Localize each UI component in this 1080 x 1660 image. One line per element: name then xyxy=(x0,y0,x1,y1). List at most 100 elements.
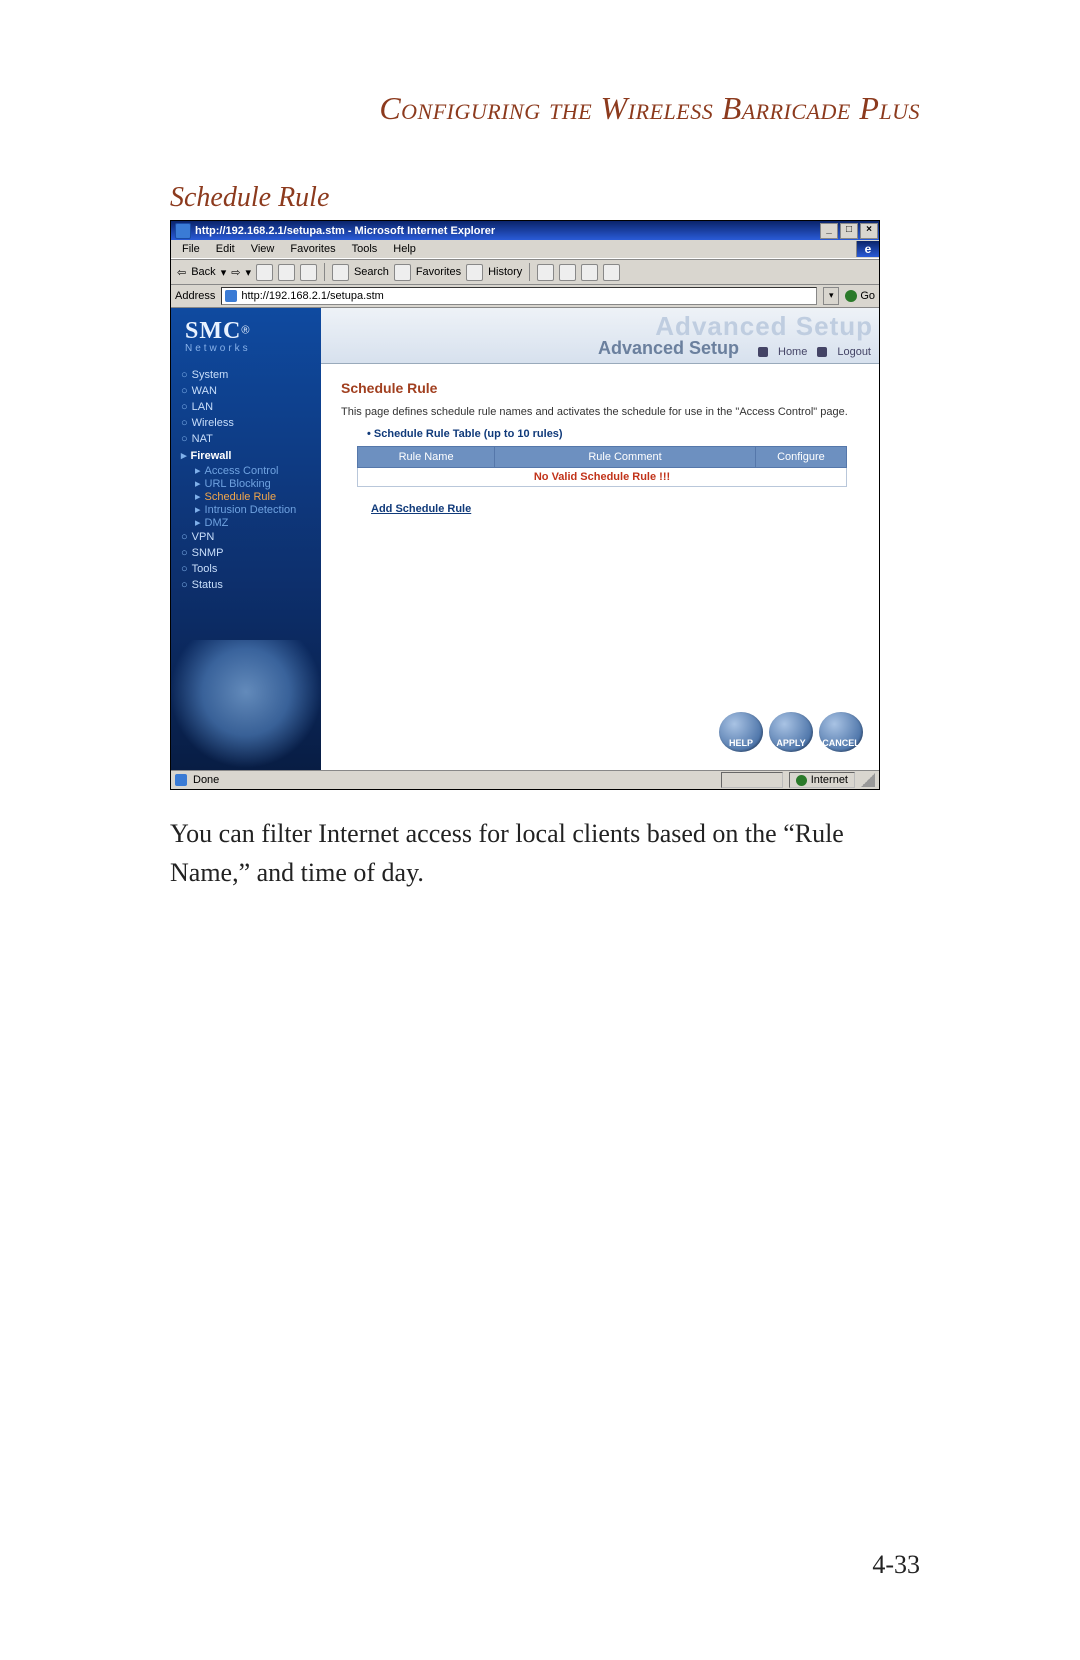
nav-bullet-icon: ○ xyxy=(181,579,188,591)
menu-view[interactable]: View xyxy=(244,242,282,256)
page-number: 4-33 xyxy=(872,1550,920,1580)
status-text: Done xyxy=(193,774,219,786)
table-header-row: Rule Name Rule Comment Configure xyxy=(358,447,847,468)
nav-intrusion[interactable]: ▸Intrusion Detection xyxy=(181,503,321,516)
nav-list: ○System ○WAN ○LAN ○Wireless ○NAT ▸Firewa… xyxy=(171,363,321,593)
doc-section-title: Schedule Rule xyxy=(170,182,1080,214)
nav-firewall[interactable]: ▸Firewall xyxy=(181,447,321,464)
favorites-icon[interactable] xyxy=(394,264,411,281)
go-label: Go xyxy=(860,290,875,302)
sidebar: SMC® Networks ○System ○WAN ○LAN ○Wireles… xyxy=(171,308,321,770)
nav-nat[interactable]: ○NAT xyxy=(181,431,321,447)
forward-button[interactable]: ⇨ xyxy=(231,266,240,279)
address-bar: Address http://192.168.2.1/setupa.stm ▾ … xyxy=(171,285,879,308)
window-minimize-button[interactable]: _ xyxy=(820,223,838,239)
address-input[interactable]: http://192.168.2.1/setupa.stm xyxy=(221,287,817,305)
logout-link[interactable]: Logout xyxy=(837,346,871,358)
mail-icon[interactable] xyxy=(537,264,554,281)
nav-bullet-icon: ○ xyxy=(181,531,188,543)
brand-name: SMC xyxy=(185,318,241,344)
doc-chapter-title: Configuring the Wireless Barricade Plus xyxy=(0,90,920,127)
home-icon xyxy=(758,347,768,357)
menu-edit[interactable]: Edit xyxy=(209,242,242,256)
favorites-button[interactable]: Favorites xyxy=(416,266,461,278)
hero-links: Home Logout xyxy=(758,346,871,358)
toolbar-separator xyxy=(324,263,325,281)
toolbar: ⇦ Back ▾ ⇨ ▾ Search Favorites History xyxy=(171,259,879,285)
refresh-icon[interactable] xyxy=(278,264,295,281)
nav-dmz[interactable]: ▸DMZ xyxy=(181,516,321,529)
go-button[interactable]: Go xyxy=(845,290,875,302)
nav-bullet-icon: ○ xyxy=(181,401,188,413)
forward-dropdown-icon[interactable]: ▾ xyxy=(245,266,251,279)
discuss-icon[interactable] xyxy=(603,264,620,281)
status-zone-label: Internet xyxy=(811,774,848,786)
add-schedule-rule-link[interactable]: Add Schedule Rule xyxy=(371,503,471,515)
toolbar-separator xyxy=(529,263,530,281)
brand-logo: SMC® Networks xyxy=(171,308,321,363)
history-button[interactable]: History xyxy=(488,266,522,278)
window-close-button[interactable]: × xyxy=(860,223,878,239)
nav-tools[interactable]: ○Tools xyxy=(181,561,321,577)
back-button[interactable]: Back xyxy=(191,266,215,278)
ie-logo-icon xyxy=(175,223,191,239)
schedule-rule-panel: Schedule Rule This page defines schedule… xyxy=(321,364,879,529)
hero-banner: Advanced Setup Advanced Setup Home Logou… xyxy=(321,308,879,364)
no-valid-rule-message: No Valid Schedule Rule !!! xyxy=(358,468,847,487)
address-dropdown-icon[interactable]: ▾ xyxy=(823,287,839,305)
nav-bullet-icon: ○ xyxy=(181,563,188,575)
nav-bullet-icon: ▸ xyxy=(195,465,201,477)
nav-lan[interactable]: ○LAN xyxy=(181,399,321,415)
nav-status[interactable]: ○Status xyxy=(181,577,321,593)
history-icon[interactable] xyxy=(466,264,483,281)
schedule-rule-table: Rule Name Rule Comment Configure No Vali… xyxy=(357,446,847,487)
menu-bar: File Edit View Favorites Tools Help xyxy=(171,240,879,259)
resize-grip-icon[interactable] xyxy=(861,773,875,787)
menu-help[interactable]: Help xyxy=(386,242,423,256)
search-button[interactable]: Search xyxy=(354,266,389,278)
window-maximize-button[interactable]: □ xyxy=(840,223,858,239)
status-page-icon xyxy=(175,774,187,786)
nav-access-control[interactable]: ▸Access Control xyxy=(181,464,321,477)
stop-icon[interactable] xyxy=(256,264,273,281)
panel-description: This page defines schedule rule names an… xyxy=(341,406,859,418)
brand-registered-icon: ® xyxy=(241,324,249,336)
table-row: No Valid Schedule Rule !!! xyxy=(358,468,847,487)
cancel-button[interactable]: CANCEL xyxy=(819,712,863,752)
status-zone: Internet xyxy=(789,772,855,788)
toolbar-back-label: ⇦ xyxy=(177,266,186,279)
hero-title: Advanced Setup xyxy=(598,338,739,359)
nav-wan[interactable]: ○WAN xyxy=(181,383,321,399)
nav-snmp[interactable]: ○SNMP xyxy=(181,545,321,561)
search-icon[interactable] xyxy=(332,264,349,281)
nav-bullet-icon: ▸ xyxy=(195,478,201,490)
menu-file[interactable]: File xyxy=(175,242,207,256)
back-dropdown-icon[interactable]: ▾ xyxy=(221,266,227,279)
home-link[interactable]: Home xyxy=(778,346,807,358)
menu-tools[interactable]: Tools xyxy=(345,242,385,256)
sidebar-artwork xyxy=(171,640,321,770)
menu-favorites[interactable]: Favorites xyxy=(283,242,342,256)
nav-vpn[interactable]: ○VPN xyxy=(181,529,321,545)
main-panel: Advanced Setup Advanced Setup Home Logou… xyxy=(321,308,879,770)
nav-bullet-icon: ▸ xyxy=(181,450,187,462)
go-icon xyxy=(845,290,857,302)
address-url: http://192.168.2.1/setupa.stm xyxy=(241,290,383,302)
nav-bullet-icon: ○ xyxy=(181,417,188,429)
help-button[interactable]: HELP xyxy=(719,712,763,752)
nav-bullet-icon: ○ xyxy=(181,433,188,445)
nav-wireless[interactable]: ○Wireless xyxy=(181,415,321,431)
nav-system[interactable]: ○System xyxy=(181,367,321,383)
status-bar: Done Internet xyxy=(171,770,879,789)
apply-button[interactable]: APPLY xyxy=(769,712,813,752)
nav-url-blocking[interactable]: ▸URL Blocking xyxy=(181,477,321,490)
table-title: Schedule Rule Table (up to 10 rules) xyxy=(367,428,859,440)
edit-icon[interactable] xyxy=(581,264,598,281)
print-icon[interactable] xyxy=(559,264,576,281)
brand-subtitle: Networks xyxy=(185,343,321,354)
nav-bullet-icon: ▸ xyxy=(195,504,201,516)
home-icon[interactable] xyxy=(300,264,317,281)
page-content: SMC® Networks ○System ○WAN ○LAN ○Wireles… xyxy=(171,308,879,770)
nav-schedule-rule[interactable]: ▸Schedule Rule xyxy=(181,490,321,503)
ie-throbber-icon xyxy=(856,241,879,257)
